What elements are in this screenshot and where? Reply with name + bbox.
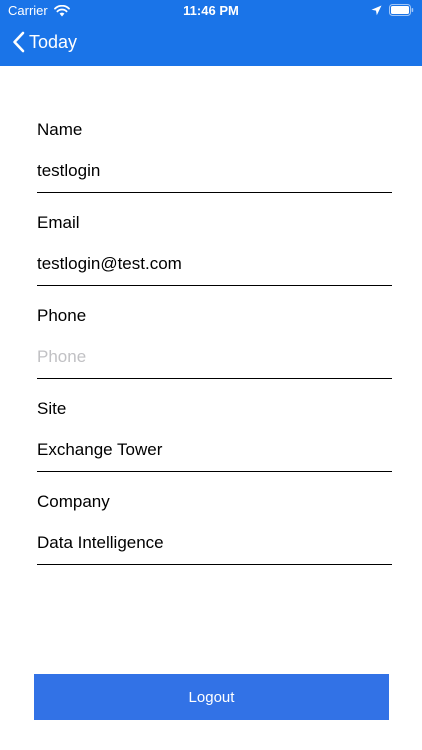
name-field: Name bbox=[37, 120, 392, 213]
email-input[interactable] bbox=[37, 249, 392, 286]
back-button[interactable]: Today bbox=[12, 31, 77, 53]
site-label: Site bbox=[37, 399, 67, 418]
company-input[interactable] bbox=[37, 528, 392, 565]
chevron-left-icon bbox=[12, 31, 25, 53]
navigation-bar: Carrier 11:46 PM Today bbox=[0, 0, 422, 66]
company-field: Company bbox=[37, 492, 392, 585]
logout-button[interactable]: Logout bbox=[34, 674, 389, 720]
email-label: Email bbox=[37, 213, 80, 232]
back-label: Today bbox=[29, 31, 78, 52]
phone-label: Phone bbox=[37, 306, 87, 325]
phone-field: Phone bbox=[37, 306, 392, 399]
status-right bbox=[371, 4, 414, 16]
site-input[interactable] bbox=[37, 435, 392, 472]
phone-input[interactable] bbox=[37, 342, 392, 379]
site-field: Site bbox=[37, 399, 392, 492]
status-bar: Carrier 11:46 PM bbox=[0, 0, 422, 22]
profile-form: Name Email Phone Site Company bbox=[37, 120, 392, 585]
name-input[interactable] bbox=[37, 156, 392, 193]
company-label: Company bbox=[37, 492, 110, 511]
name-label: Name bbox=[37, 120, 83, 139]
status-time: 11:46 PM bbox=[183, 3, 239, 18]
email-field: Email bbox=[37, 213, 392, 306]
location-icon bbox=[371, 5, 382, 16]
battery-icon bbox=[389, 4, 414, 16]
